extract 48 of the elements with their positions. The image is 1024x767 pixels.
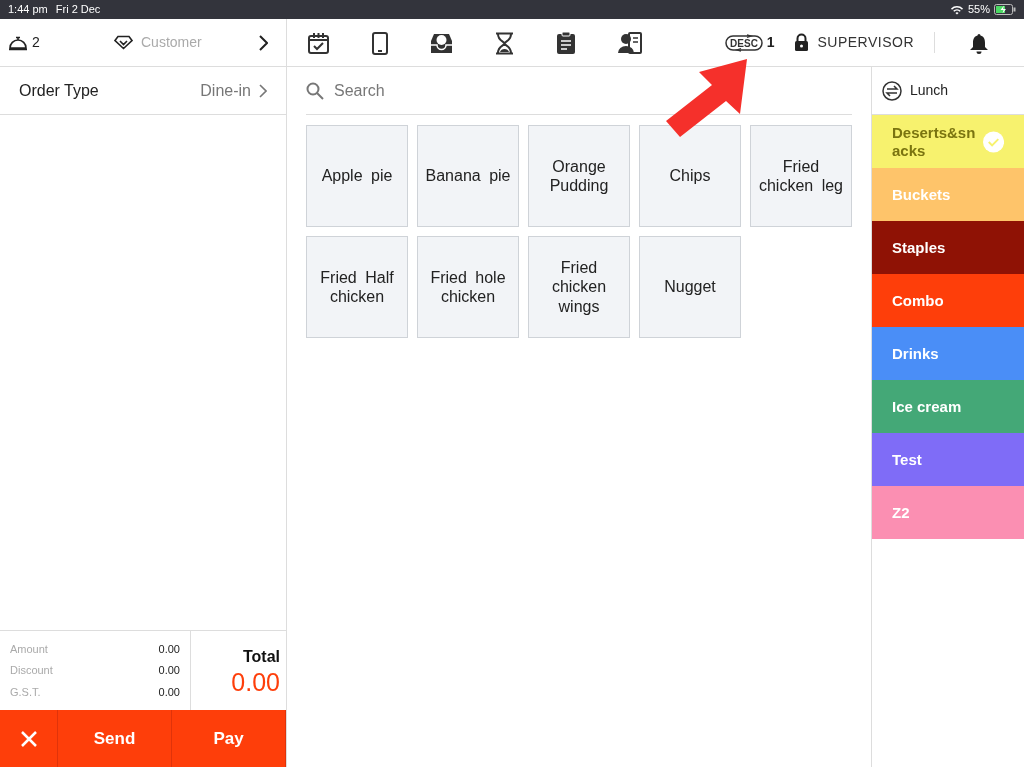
order-type-row[interactable]: Order Type Dine-in xyxy=(0,67,286,115)
clipboard-icon[interactable] xyxy=(556,30,576,55)
summary-value: 0.00 xyxy=(158,684,180,700)
close-icon xyxy=(19,730,38,749)
summary-value: 0.00 xyxy=(158,663,180,679)
total-label: Total xyxy=(242,646,280,667)
item-tile[interactable]: Chips xyxy=(639,125,741,227)
diamond-icon xyxy=(114,35,133,50)
search-icon xyxy=(306,81,324,100)
swap-icon xyxy=(882,80,902,101)
action-button[interactable]: Pay xyxy=(172,710,286,767)
tablet-icon[interactable] xyxy=(372,30,388,55)
item-tile[interactable]: Fried hole chicken xyxy=(417,236,519,338)
item-tile[interactable]: Fried Half chicken xyxy=(306,236,408,338)
check-icon xyxy=(982,130,1004,153)
item-tile[interactable]: Fried chicken leg xyxy=(750,125,852,227)
lock-icon xyxy=(794,33,810,52)
item-tile[interactable]: Orange Pudding xyxy=(528,125,630,227)
chevron-right-icon xyxy=(259,83,267,98)
summary-label: Discount xyxy=(10,663,53,679)
item-tile[interactable]: Banana pie xyxy=(417,125,519,227)
action-button[interactable]: Send xyxy=(58,710,172,767)
category-tab[interactable]: Staples xyxy=(872,221,1024,274)
total-amount: 0.00 xyxy=(231,668,280,697)
user-list-icon[interactable] xyxy=(618,30,642,55)
status-time: 1:44 pm xyxy=(8,2,48,18)
category-tab[interactable]: Combo xyxy=(872,274,1024,327)
hourglass-icon[interactable] xyxy=(495,30,514,55)
item-tile[interactable]: Fried chicken wings xyxy=(528,236,630,338)
desc-sort-button[interactable]: DESC 1 xyxy=(724,32,775,53)
calendar-check-icon[interactable] xyxy=(307,30,330,55)
table-button[interactable]: 2 xyxy=(0,19,106,66)
desc-sort-icon: DESC xyxy=(724,33,763,52)
cancel-button[interactable] xyxy=(0,710,58,767)
item-tile[interactable]: Nugget xyxy=(639,236,741,338)
supervisor-button[interactable]: SUPERVISOR xyxy=(794,32,935,53)
battery-charging-icon xyxy=(994,4,1016,15)
summary-value: 0.00 xyxy=(158,641,180,657)
category-tab[interactable]: Test xyxy=(872,433,1024,486)
service-bell-icon xyxy=(8,34,28,51)
item-tile[interactable]: Apple pie xyxy=(306,125,408,227)
chevron-right-icon xyxy=(257,34,268,51)
battery-percent: 55% xyxy=(967,2,990,18)
status-date: Fri 2 Dec xyxy=(55,2,101,18)
category-tab[interactable]: Deserts&snacks xyxy=(872,115,1024,168)
wifi-icon xyxy=(949,4,964,15)
summary-label: Amount xyxy=(10,641,48,657)
summary-label: G.S.T. xyxy=(10,684,41,700)
